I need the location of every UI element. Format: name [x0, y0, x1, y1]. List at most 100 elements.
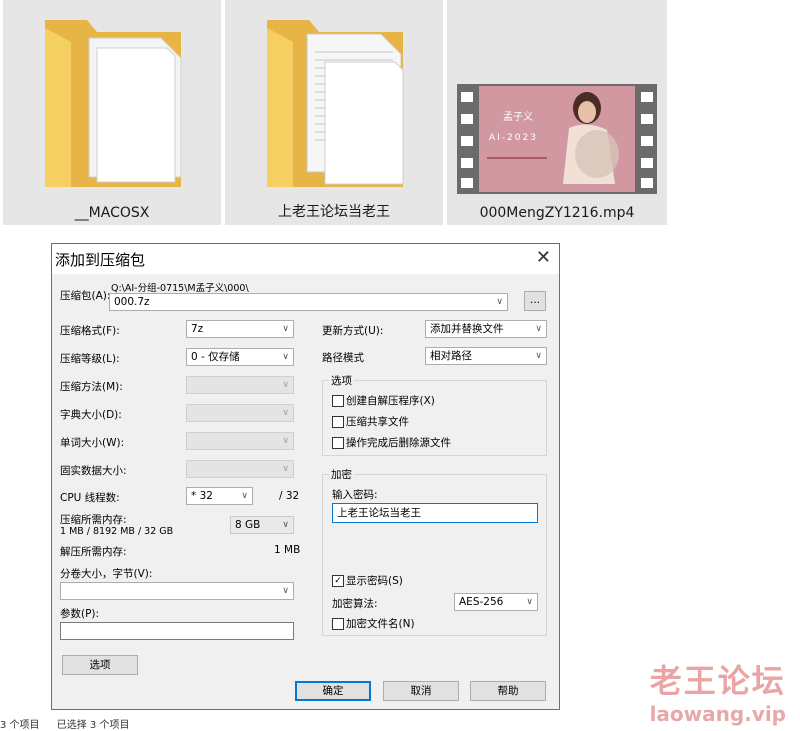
archive-name-value: 000.7z	[114, 296, 150, 308]
archive-name-combo[interactable]: 000.7z ∨	[109, 293, 508, 311]
enc-method-value: AES-256	[459, 596, 504, 608]
password-input[interactable]: 上老王论坛当老王	[332, 503, 538, 523]
folder-icon	[267, 20, 404, 187]
threads-select[interactable]: * 32 ∨	[186, 487, 253, 505]
password-label: 输入密码:	[332, 489, 378, 501]
shared-files-checkbox[interactable]: 压缩共享文件	[332, 414, 409, 429]
delete-after-checkbox[interactable]: 操作完成后删除源文件	[332, 435, 451, 450]
folder-tile-macosx[interactable]: __MACOSX	[3, 0, 221, 225]
method-label: 压缩方法(M):	[60, 381, 123, 393]
watermark-text: 老王论坛	[649, 662, 786, 700]
watermark-url: laowang.vip	[649, 702, 786, 726]
level-value: 0 - 仅存储	[191, 351, 240, 363]
update-label: 更新方式(U):	[322, 325, 384, 337]
chevron-down-icon: ∨	[282, 352, 289, 362]
params-label: 参数(P):	[60, 608, 100, 620]
word-label: 单词大小(W):	[60, 437, 125, 449]
path-mode-label: 路径模式	[322, 352, 364, 364]
level-select[interactable]: 0 - 仅存储 ∨	[186, 348, 294, 366]
split-size-combo[interactable]: ∨	[60, 582, 294, 600]
dialog-titlebar[interactable]: 添加到压缩包 ✕	[52, 244, 559, 274]
path-mode-value: 相对路径	[430, 350, 472, 362]
level-label: 压缩等级(L):	[60, 353, 120, 365]
mem-comp-detail: 1 MB / 8192 MB / 32 GB	[60, 526, 174, 537]
thumb-year-text: AI-2023	[489, 133, 538, 143]
word-select: ∨	[186, 432, 294, 450]
mem-comp-label: 压缩所需内存:	[60, 514, 127, 526]
folder-label: 上老王论坛当老王	[278, 204, 390, 220]
enc-method-label: 加密算法:	[332, 598, 378, 610]
threads-total: / 32	[279, 490, 300, 502]
chevron-down-icon: ∨	[241, 491, 248, 501]
chevron-down-icon: ∨	[282, 586, 289, 596]
folder-label: __MACOSX	[74, 205, 150, 221]
chevron-down-icon: ∨	[496, 297, 503, 307]
help-button[interactable]: 帮助	[470, 681, 546, 701]
archive-path: Q:\AI-分组-0715\M孟子义\000\	[111, 283, 249, 294]
options-button[interactable]: 选项	[62, 655, 138, 675]
delete-label: 操作完成后删除源文件	[346, 437, 451, 449]
folder-icon	[45, 20, 182, 187]
chevron-down-icon: ∨	[282, 380, 289, 390]
method-select: ∨	[186, 376, 294, 394]
threads-label: CPU 线程数:	[60, 492, 120, 504]
selected-count: 已选择 3 个项目	[56, 720, 130, 731]
show-password-checkbox[interactable]: ✓ 显示密码(S)	[332, 573, 403, 588]
format-value: 7z	[191, 323, 204, 335]
video-label: 000MengZY1216.mp4	[479, 205, 635, 221]
chevron-down-icon: ∨	[282, 436, 289, 446]
params-input[interactable]	[60, 622, 294, 640]
checkbox-box	[332, 617, 344, 630]
show-password-label: 显示密码(S)	[346, 575, 403, 587]
mem-decomp-label: 解压所需内存:	[60, 546, 127, 558]
sfx-checkbox[interactable]: 创建自解压程序(X)	[332, 393, 435, 408]
mem-comp-select[interactable]: 8 GB ∨	[230, 516, 294, 534]
watermark-logo: 老王论坛 laowang.vip	[650, 656, 786, 726]
password-value: 上老王论坛当老王	[337, 507, 421, 519]
update-value: 添加并替换文件	[430, 323, 504, 335]
chevron-down-icon: ∨	[535, 324, 542, 334]
sfx-label: 创建自解压程序(X)	[346, 395, 435, 407]
dialog-title: 添加到压缩包	[55, 251, 146, 269]
add-to-archive-dialog: 添加到压缩包 ✕ 压缩包(A): Q:\AI-分组-0715\M孟子义\000\…	[51, 243, 560, 710]
thumb-name-text: 孟子义	[503, 111, 533, 123]
update-mode-select[interactable]: 添加并替换文件 ∨	[425, 320, 547, 338]
status-bar: 3 个项目 已选择 3 个项目	[0, 716, 300, 731]
encryption-group-title: 加密	[329, 467, 354, 482]
path-mode-select[interactable]: 相对路径 ∨	[425, 347, 547, 365]
close-icon[interactable]: ✕	[536, 247, 551, 268]
split-label: 分卷大小，字节(V):	[60, 568, 153, 580]
ok-button[interactable]: 确定	[295, 681, 371, 701]
solid-label: 固实数据大小:	[60, 465, 127, 477]
archive-label: 压缩包(A):	[60, 290, 111, 302]
chevron-down-icon: ∨	[282, 520, 289, 530]
chevron-down-icon: ∨	[526, 597, 533, 607]
chevron-down-icon: ∨	[282, 324, 289, 334]
checkbox-box	[332, 415, 344, 428]
format-select[interactable]: 7z ∨	[186, 320, 294, 338]
encrypt-names-checkbox[interactable]: 加密文件名(N)	[332, 616, 415, 631]
enc-method-select[interactable]: AES-256 ∨	[454, 593, 538, 611]
chevron-down-icon: ∨	[282, 464, 289, 474]
checkbox-box	[332, 394, 344, 407]
video-tile[interactable]: 孟子义 AI-2023 000MengZY1216.mp4	[447, 0, 667, 225]
video-thumbnail-icon: 孟子义 AI-2023	[457, 84, 657, 194]
cancel-button[interactable]: 取消	[383, 681, 459, 701]
folder-tile-main[interactable]: 上老王论坛当老王	[225, 0, 443, 225]
solid-select: ∨	[186, 460, 294, 478]
browse-button[interactable]: ...	[524, 291, 546, 311]
format-label: 压缩格式(F):	[60, 325, 120, 337]
item-count: 3 个项目	[0, 720, 40, 731]
chevron-down-icon: ∨	[282, 408, 289, 418]
encrypt-names-label: 加密文件名(N)	[346, 618, 415, 630]
dict-select: ∨	[186, 404, 294, 422]
options-group-title: 选项	[329, 373, 354, 388]
checkmark-icon: ✓	[332, 574, 344, 587]
shared-label: 压缩共享文件	[346, 416, 409, 428]
mem-decomp-value: 1 MB	[274, 544, 301, 556]
mem-comp-value: 8 GB	[235, 519, 261, 531]
chevron-down-icon: ∨	[535, 351, 542, 361]
checkbox-box	[332, 436, 344, 449]
dict-label: 字典大小(D):	[60, 409, 122, 421]
threads-value: * 32	[191, 490, 213, 502]
